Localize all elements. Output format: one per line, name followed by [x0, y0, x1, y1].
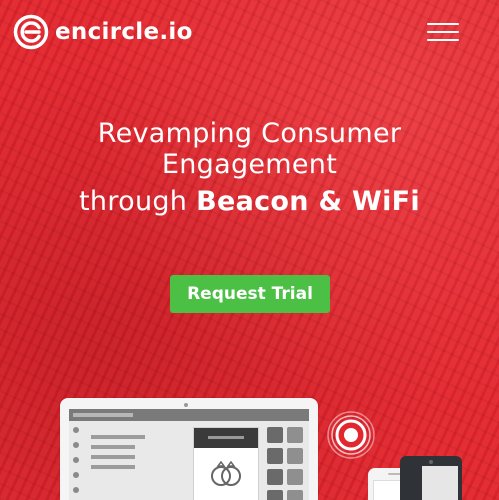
laptop-screen — [69, 409, 309, 500]
screen-topbar — [69, 409, 309, 421]
site-header: encircle.io — [0, 0, 499, 66]
headline-line-3: through Beacon & WiFi — [0, 186, 499, 217]
beacon-icon — [327, 411, 375, 459]
brand-logo-link[interactable]: encircle.io — [13, 14, 193, 50]
wedding-rings-icon — [211, 460, 241, 486]
screen-list — [91, 435, 151, 475]
screen-tiles — [267, 427, 307, 500]
headline-highlight: Beacon & WiFi — [196, 186, 420, 217]
phone-screen — [422, 466, 458, 500]
encircle-logo-icon — [13, 14, 49, 50]
menu-bar — [427, 23, 459, 25]
screen-card — [193, 427, 259, 500]
menu-bar — [427, 39, 459, 41]
headline-prefix: through — [79, 186, 188, 217]
brand-name: encircle.io — [55, 19, 193, 45]
dark-phone-illustration — [400, 456, 462, 500]
hero-section: encircle.io Revamping Consumer Engagemen… — [0, 0, 499, 500]
headline-line-1: Revamping Consumer — [97, 118, 402, 149]
headline-line-2: Engagement — [161, 149, 338, 180]
hero-headline: Revamping Consumer Engagement through Be… — [0, 118, 499, 217]
card-header — [194, 428, 258, 448]
laptop-camera — [184, 403, 188, 407]
devices-illustration — [0, 390, 499, 500]
request-trial-button[interactable]: Request Trial — [170, 275, 330, 313]
screen-sidebar — [73, 427, 81, 500]
laptop-illustration — [60, 398, 318, 500]
phone-camera — [429, 460, 433, 464]
menu-bar — [427, 31, 459, 33]
hamburger-menu-icon[interactable] — [427, 21, 459, 43]
